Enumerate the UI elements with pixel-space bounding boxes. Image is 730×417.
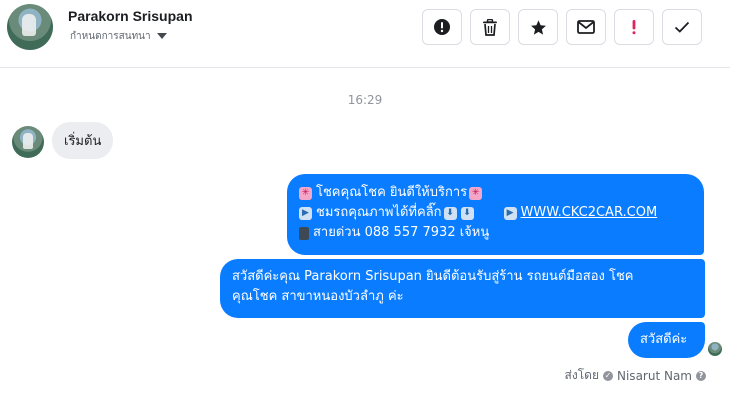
- star-button[interactable]: [518, 9, 558, 45]
- follow-up-button[interactable]: [614, 9, 654, 45]
- message-line: คุณโชค สาขาหนองบัวลำภู ค่ะ: [232, 289, 404, 304]
- message-line: สวัสดีค่ะคุณ Parakorn Srisupan ยินดีต้อน…: [232, 269, 634, 284]
- message-line: ▶ ชมรถคุณภาพได้ที่คลิ๊ก ⬇ ⬇ ▶ WWW.CKC2CA…: [299, 203, 692, 223]
- incoming-message[interactable]: เริ่มต้น: [52, 122, 114, 159]
- delete-button[interactable]: [470, 9, 510, 45]
- label-dropdown-text: กำหนดการสนทนา: [70, 30, 151, 42]
- outgoing-message-hello[interactable]: สวัสดีค่ะ: [628, 322, 705, 358]
- star-icon: [530, 19, 547, 36]
- mark-unread-button[interactable]: [566, 9, 606, 45]
- play-button-icon: ▶: [299, 206, 312, 220]
- conversation-header: Parakorn Srisupan กำหนดการสนทนา: [0, 0, 730, 68]
- exclamation-circle-icon: [433, 18, 451, 36]
- label-dropdown[interactable]: กำหนดการสนทนา: [70, 29, 167, 43]
- down-arrow-icon: ⬇: [460, 206, 474, 220]
- sent-by-row: ส่งโดย ✓ Nisarut Nam ?: [565, 366, 706, 385]
- website-link[interactable]: WWW.CKC2CAR.COM: [521, 203, 658, 223]
- sparkle-heart-icon: ✳: [299, 186, 312, 200]
- contact-avatar-small: [12, 126, 44, 158]
- sender-name: Nisarut Nam: [617, 368, 692, 383]
- mark-spam-button[interactable]: [422, 9, 462, 45]
- mobile-phone-icon: [299, 226, 309, 240]
- exclamation-icon: [631, 19, 637, 35]
- trash-icon: [482, 18, 498, 36]
- seen-avatar: [708, 342, 722, 356]
- play-button-icon: ▶: [503, 206, 517, 220]
- message-text: สายด่วน 088 557 7932 เจ้หนู: [313, 225, 490, 240]
- sparkle-heart-icon: ✳: [469, 186, 483, 200]
- checkmark-icon: [674, 21, 690, 33]
- outgoing-message-greeting[interactable]: สวัสดีค่ะคุณ Parakorn Srisupan ยินดีต้อน…: [220, 259, 705, 318]
- mark-done-button[interactable]: [662, 9, 702, 45]
- down-arrow-icon: ⬇: [443, 206, 457, 220]
- caret-down-icon: [156, 33, 167, 39]
- message-line: ✳ โชคคุณโชค ยินดีให้บริการ ✳: [299, 183, 692, 203]
- message-line: สายด่วน 088 557 7932 เจ้หนู: [299, 223, 692, 243]
- help-question-icon[interactable]: ?: [696, 370, 706, 381]
- message-text: โชคคุณโชค ยินดีให้บริการ: [316, 185, 468, 200]
- contact-avatar[interactable]: [7, 4, 53, 50]
- verified-check-icon: ✓: [603, 370, 613, 381]
- message-text: ชมรถคุณภาพได้ที่คลิ๊ก: [316, 205, 442, 220]
- conversation-toolbar: [422, 9, 702, 45]
- envelope-icon: [577, 20, 595, 34]
- outgoing-message-welcome[interactable]: ✳ โชคคุณโชค ยินดีให้บริการ ✳ ▶ ชมรถคุณภา…: [287, 174, 704, 255]
- message-timestamp: 16:29: [347, 93, 383, 107]
- contact-name[interactable]: Parakorn Srisupan: [68, 8, 193, 24]
- sent-by-label: ส่งโดย: [564, 368, 599, 382]
